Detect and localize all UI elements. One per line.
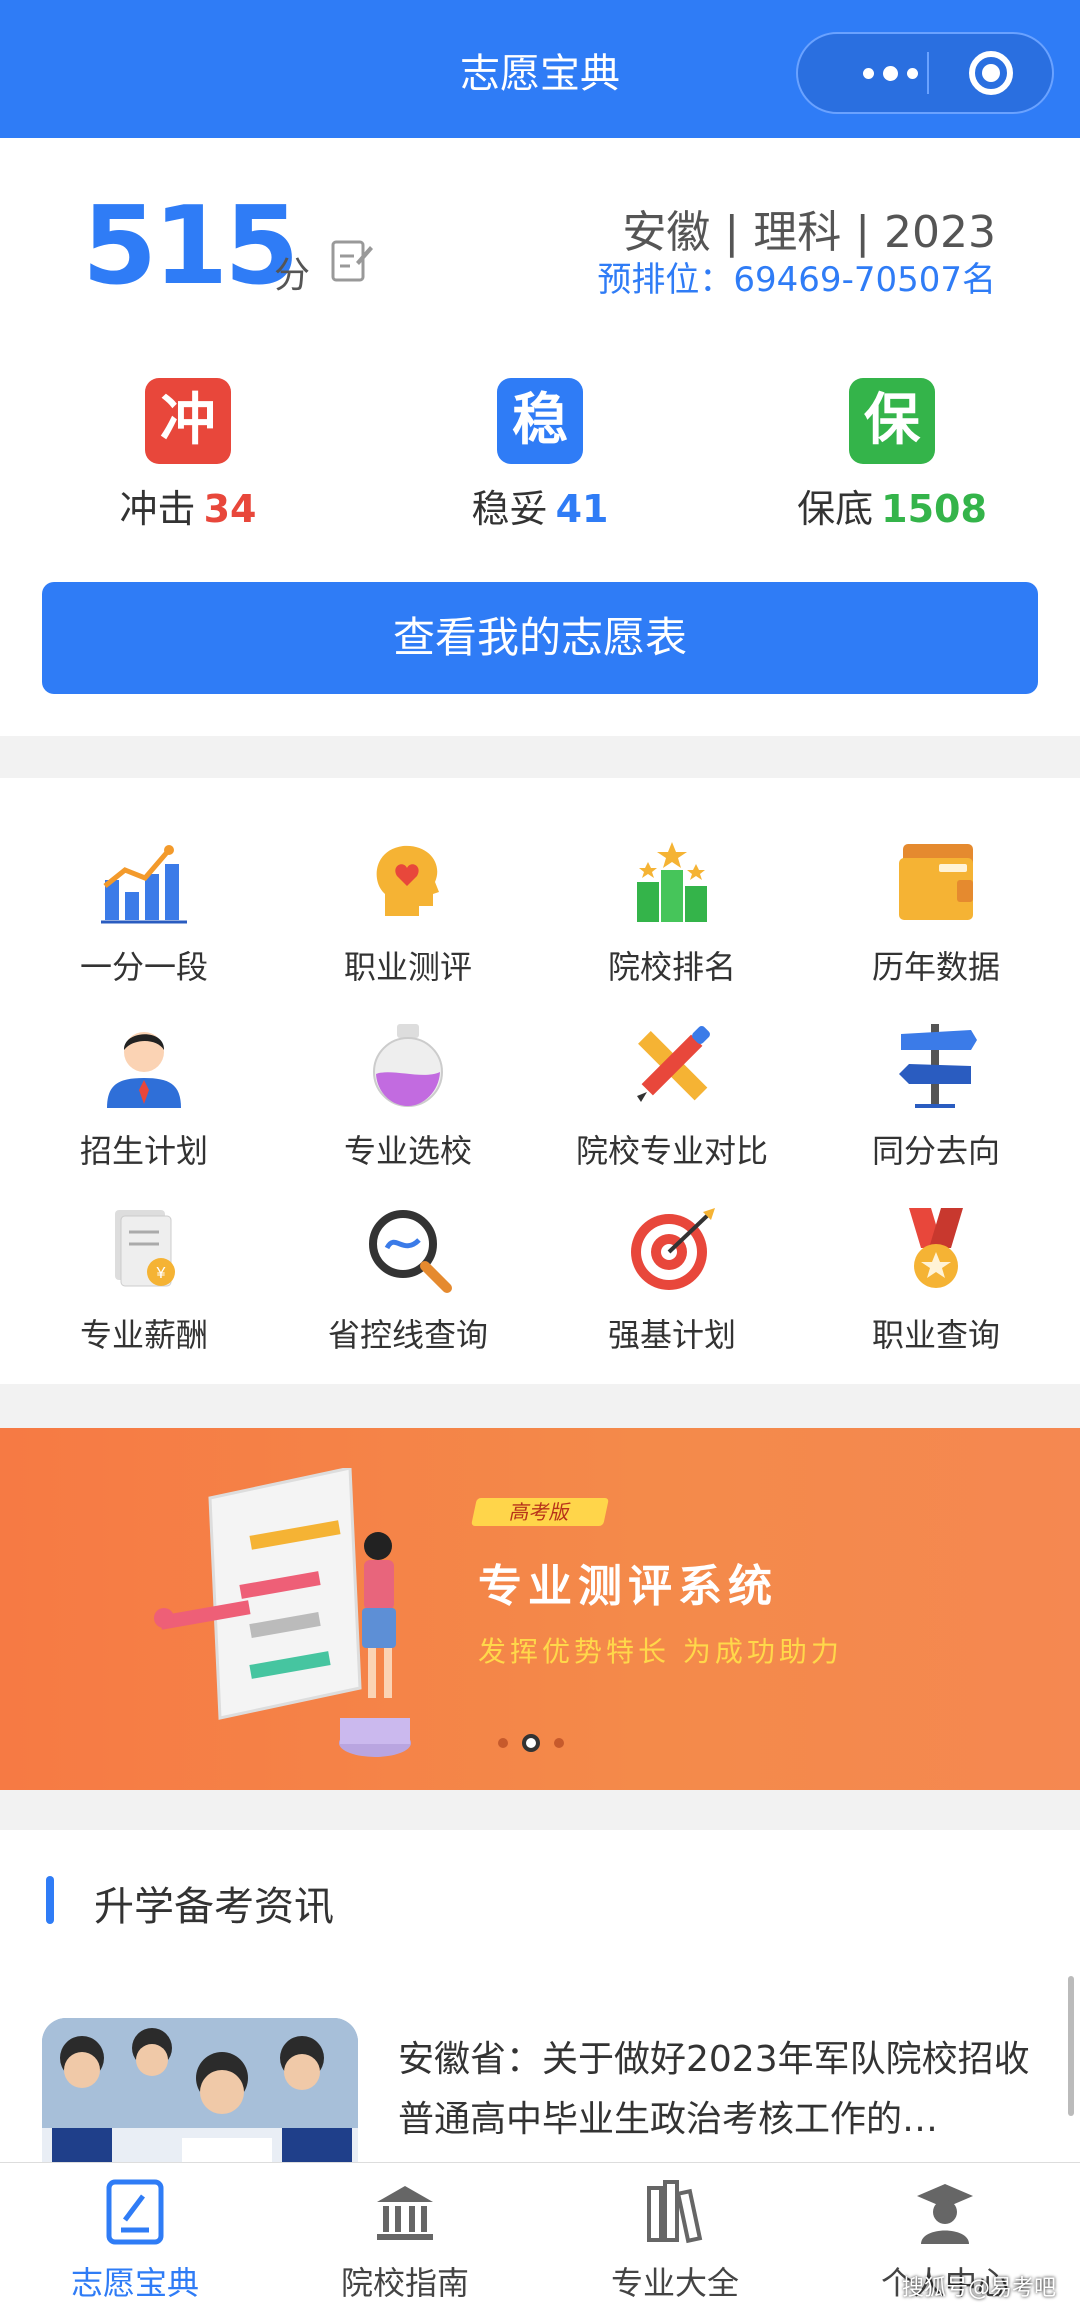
score-value: 515: [82, 184, 299, 309]
flask-icon: [373, 1024, 443, 1107]
category-bao[interactable]: 保 保底 1508: [782, 378, 1002, 533]
more-menu-icon[interactable]: [834, 34, 946, 112]
books-icon: [647, 2180, 703, 2244]
category-count: 34: [203, 487, 257, 531]
folder-data-icon: [899, 844, 973, 920]
tab-zhuanyedaquan[interactable]: 专业大全: [540, 2178, 810, 2304]
tab-zhiyuanbaodian[interactable]: 志愿宝典: [0, 2178, 270, 2304]
banner-title: 专业测评系统: [478, 1561, 778, 1612]
graduate-icon: [917, 2184, 973, 2244]
feature-yuanxiaopaiming[interactable]: 院校排名: [540, 836, 804, 988]
university-icon: [377, 2186, 433, 2240]
feature-label: 院校排名: [607, 948, 736, 986]
wen-badge-icon: 稳: [497, 378, 583, 464]
chong-badge-icon: 冲: [145, 378, 231, 464]
category-count: 1508: [881, 487, 987, 531]
ranking-podium-icon: [637, 842, 707, 922]
bao-badge-icon: 保: [849, 378, 935, 464]
feature-shengkongxian[interactable]: 省控线查询: [276, 1204, 540, 1356]
banner-pagination: [498, 1734, 564, 1752]
category-wen[interactable]: 稳 稳妥 41: [430, 378, 650, 533]
pagination-dot[interactable]: [498, 1738, 508, 1748]
category-label: 保底: [797, 487, 874, 531]
book-icon: [106, 2179, 164, 2245]
feature-label: 招生计划: [79, 1132, 208, 1170]
category-label: 稳妥: [471, 487, 548, 531]
feature-label: 省控线查询: [327, 1316, 488, 1354]
pagination-dot[interactable]: [554, 1738, 564, 1748]
feature-tongfenquxiang[interactable]: 同分去向: [804, 1020, 1068, 1172]
feature-qiangjijihua[interactable]: 强基计划: [540, 1204, 804, 1356]
feature-zhuanyexinchou[interactable]: ¥ 专业薪酬: [12, 1204, 276, 1356]
exam-region-info: 安徽 | 理科 | 2023: [622, 207, 996, 258]
tab-label: 院校指南: [340, 2264, 469, 2302]
banner-illustration: [154, 1468, 411, 1757]
feature-duibi[interactable]: 院校专业对比: [540, 1020, 804, 1172]
score-unit: 分: [274, 255, 311, 296]
close-target-icon[interactable]: [969, 51, 1013, 95]
feature-label: 历年数据: [871, 948, 1000, 986]
tab-label: 专业大全: [610, 2264, 739, 2302]
mini-program-capsule: [796, 32, 1054, 114]
view-my-application-button[interactable]: 查看我的志愿表: [42, 582, 1038, 694]
feature-zhaoshengjihua[interactable]: 招生计划: [12, 1020, 276, 1172]
banner-subtitle: 发挥优势特长 为成功助力: [478, 1635, 843, 1668]
feature-label: 职业测评: [343, 948, 472, 986]
feature-label: 职业查询: [871, 1316, 1000, 1354]
pagination-dot-active[interactable]: [522, 1734, 540, 1752]
tab-label: 志愿宝典: [70, 2264, 199, 2302]
feature-zhiyeceping[interactable]: 职业测评: [276, 836, 540, 988]
estimated-rank: 预排位：69469-70507名: [597, 260, 996, 300]
feature-label: 强基计划: [607, 1316, 736, 1354]
target-icon: [631, 1208, 715, 1290]
feature-yifenyiduan[interactable]: 一分一段: [12, 836, 276, 988]
bar-chart-icon: [101, 845, 187, 924]
tab-yuanxiaozhinan[interactable]: 院校指南: [270, 2178, 540, 2304]
category-count: 41: [555, 487, 609, 531]
section-title: 升学备考资讯: [94, 1884, 334, 1930]
feature-linianshuju[interactable]: 历年数据: [804, 836, 1068, 988]
head-heart-icon: [376, 845, 439, 916]
feature-label: 院校专业对比: [575, 1132, 768, 1170]
edit-icon[interactable]: [330, 236, 374, 284]
medal-icon: [909, 1208, 963, 1288]
pencil-ruler-icon: [637, 1026, 710, 1102]
capsule-divider: [927, 52, 929, 94]
news-headline[interactable]: 安徽省：关于做好2023年军队院校招收普通高中毕业生政治考核工作的…: [398, 2030, 1038, 2150]
feature-label: 同分去向: [871, 1132, 1000, 1170]
feature-label: 专业薪酬: [79, 1316, 208, 1354]
feature-zhiyechaxun[interactable]: 职业查询: [804, 1204, 1068, 1356]
watermark: 搜狐号@易考吧: [902, 2276, 1057, 2301]
scrollbar[interactable]: [1068, 1976, 1074, 2116]
category-label: 冲击: [119, 487, 196, 531]
person-icon: [107, 1032, 181, 1108]
banner-tag: 高考版: [471, 1498, 609, 1526]
feature-label: 专业选校: [343, 1132, 472, 1170]
signpost-icon: [899, 1024, 977, 1108]
magnifier-icon: [369, 1210, 452, 1293]
category-chong[interactable]: 冲 冲击 34: [78, 378, 298, 533]
section-accent-bar: [46, 1876, 54, 1924]
document-coin-icon: ¥: [115, 1210, 175, 1287]
feature-label: 一分一段: [79, 948, 208, 986]
feature-zhuanyexuanxiao[interactable]: 专业选校: [276, 1020, 540, 1172]
svg-text:¥: ¥: [156, 1265, 166, 1282]
